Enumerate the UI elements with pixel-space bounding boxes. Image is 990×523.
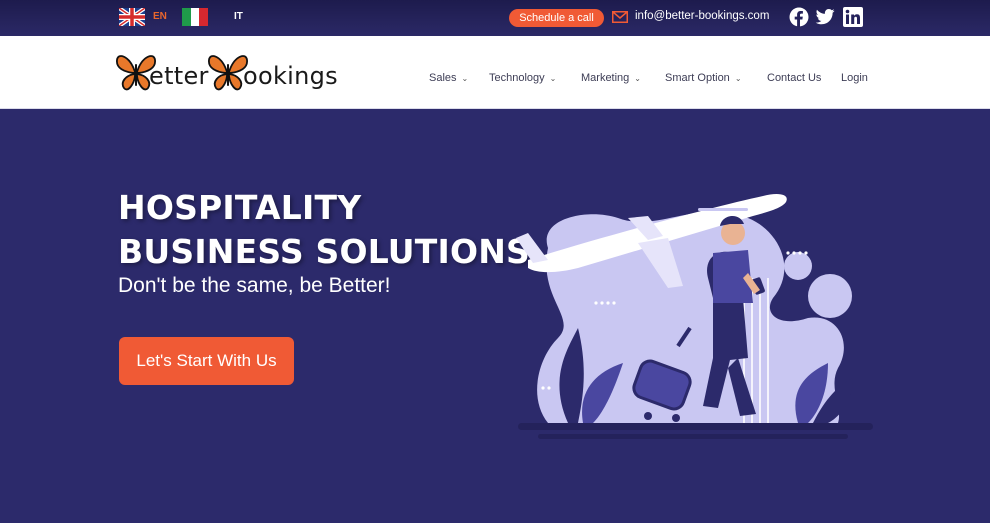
chevron-down-icon: ⌄ (734, 74, 742, 83)
butterfly-logo-icon (208, 55, 248, 91)
language-en-link[interactable]: EN (153, 11, 167, 22)
chevron-down-icon: ⌄ (461, 74, 469, 83)
main-navbar: etter ookings Sales ⌄ Technology ⌄ Marketi… (0, 36, 990, 109)
logo-text-part1: etter (149, 62, 209, 90)
facebook-icon[interactable] (789, 7, 809, 27)
better-bookings-logo[interactable]: etter ookings (116, 50, 338, 96)
hero-subtitle: Don't be the same, be Better! (118, 274, 391, 297)
nav-item-label: Sales (429, 72, 457, 84)
travel-illustration (516, 194, 873, 439)
uk-flag-icon[interactable] (119, 8, 145, 26)
mail-icon (612, 11, 628, 23)
chevron-down-icon: ⌄ (549, 74, 557, 83)
linkedin-icon[interactable] (843, 7, 863, 27)
top-bar: EN IT Schedule a call info@better-bookin… (0, 0, 990, 36)
nav-item-contact-us[interactable]: Contact Us (767, 72, 821, 84)
decor-circle (784, 252, 812, 280)
nav-item-label: Marketing (581, 72, 630, 84)
nav-item-login[interactable]: Login (841, 72, 868, 84)
lets-start-button[interactable]: Let's Start With Us (119, 337, 294, 385)
nav-item-label: Technology (489, 72, 545, 84)
email-link[interactable]: info@better-bookings.com (635, 10, 769, 22)
nav-item-technology[interactable]: Technology ⌄ (489, 72, 556, 84)
ground-lines (518, 423, 873, 439)
decor-circle (808, 274, 852, 318)
schedule-call-button[interactable]: Schedule a call (509, 9, 604, 27)
nav-item-smart-option[interactable]: Smart Option ⌄ (665, 72, 742, 84)
nav-item-sales[interactable]: Sales ⌄ (429, 72, 468, 84)
hero-title-line2: BUSINESS SOLUTIONS (118, 232, 530, 271)
nav-item-marketing[interactable]: Marketing ⌄ (581, 72, 641, 84)
chevron-down-icon: ⌄ (634, 74, 641, 83)
twitter-icon[interactable] (815, 7, 835, 27)
language-it-link[interactable]: IT (234, 11, 243, 22)
italy-flag-icon[interactable] (182, 8, 208, 26)
hero-title-line1: HOSPITALITY (118, 188, 362, 227)
nav-item-label: Smart Option (665, 72, 730, 84)
logo-text-part2: ookings (243, 62, 338, 90)
